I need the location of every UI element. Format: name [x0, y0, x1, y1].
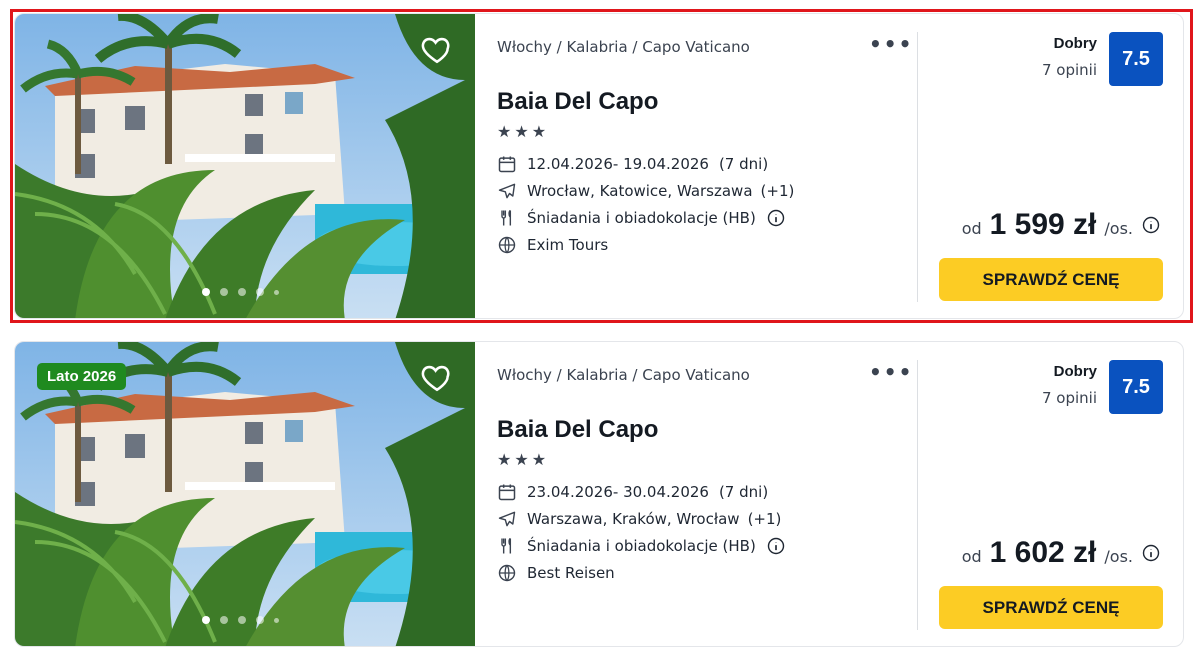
operator-row: Exim Tours	[497, 235, 608, 255]
board-row: Śniadania i obiadokolacje (HB)	[497, 536, 786, 556]
departure-airports: Warszawa, Kraków, Wrocław	[527, 510, 740, 528]
divider	[917, 32, 918, 302]
favorite-heart-icon[interactable]	[420, 360, 454, 394]
price-value: 1 602 zł	[989, 536, 1097, 569]
tour-operator: Exim Tours	[527, 236, 609, 254]
calendar-icon	[497, 482, 517, 502]
offer-details: Włochy / Kalabria / Capo Vaticano ••• Ba…	[497, 342, 917, 646]
more-options-icon[interactable]: •••	[869, 360, 913, 384]
dates-row: 23.04.2026- 30.04.2026 (7 dni)	[497, 482, 768, 502]
reviews-count[interactable]: 7 opinii	[1042, 61, 1097, 79]
info-icon[interactable]	[766, 208, 786, 228]
reviews-count[interactable]: 7 opinii	[1042, 389, 1097, 407]
hotel-photo[interactable]	[15, 14, 475, 318]
star-icon: ★	[497, 450, 512, 469]
star-icon: ★	[531, 450, 547, 469]
favorite-heart-icon[interactable]	[420, 32, 454, 66]
operator-row: Best Reisen	[497, 563, 615, 583]
departure-row: Wrocław, Katowice, Warszawa (+1)	[497, 181, 794, 201]
board-row: Śniadania i obiadokolacje (HB)	[497, 208, 786, 228]
departure-row: Warszawa, Kraków, Wrocław (+1)	[497, 509, 781, 529]
info-icon[interactable]	[766, 536, 786, 556]
gallery-dot[interactable]	[202, 616, 210, 624]
price-prefix: od	[961, 547, 982, 566]
globe-icon	[497, 235, 517, 255]
board-type: Śniadania i obiadokolacje (HB)	[527, 537, 756, 555]
star-icon: ★	[514, 450, 529, 469]
gallery-dot[interactable]	[256, 288, 264, 296]
travel-dates: 23.04.2026- 30.04.2026	[527, 483, 709, 501]
tour-operator: Best Reisen	[527, 564, 615, 582]
price: od 1 599 zł /os.	[962, 208, 1161, 242]
hotel-stars: ★ ★ ★	[497, 124, 546, 140]
gallery-dot[interactable]	[274, 617, 279, 623]
departure-airports: Wrocław, Katowice, Warszawa	[527, 182, 753, 200]
check-price-button[interactable]: SPRAWDŹ CENĘ	[939, 258, 1163, 301]
plane-icon	[497, 181, 517, 201]
dates-row: 12.04.2026- 19.04.2026 (7 dni)	[497, 154, 768, 174]
cutlery-icon	[497, 536, 517, 556]
rating-score-badge: 7.5	[1109, 360, 1163, 414]
hotel-photo[interactable]: Lato 2026	[15, 342, 475, 646]
gallery-pagination[interactable]	[202, 288, 279, 296]
globe-icon	[497, 563, 517, 583]
info-icon[interactable]	[1141, 215, 1161, 235]
price: od 1 602 zł /os.	[962, 536, 1161, 570]
check-price-button[interactable]: SPRAWDŹ CENĘ	[939, 586, 1163, 629]
price-unit: /os.	[1104, 547, 1133, 566]
trip-duration: (7 dni)	[718, 155, 769, 173]
plane-icon	[497, 509, 517, 529]
travel-dates: 12.04.2026- 19.04.2026	[527, 155, 709, 173]
gallery-dot[interactable]	[274, 289, 279, 295]
rating-score-badge: 7.5	[1109, 32, 1163, 86]
divider	[917, 360, 918, 630]
gallery-dot[interactable]	[238, 288, 246, 296]
price-prefix: od	[961, 219, 982, 238]
more-airports[interactable]: (+1)	[761, 182, 795, 200]
gallery-dot[interactable]	[220, 616, 228, 624]
gallery-dot[interactable]	[220, 288, 228, 296]
calendar-icon	[497, 154, 517, 174]
offer-card[interactable]: Włochy / Kalabria / Capo Vaticano ••• Ba…	[14, 13, 1184, 319]
info-icon[interactable]	[1141, 543, 1161, 563]
star-icon: ★	[497, 122, 512, 141]
gallery-dot[interactable]	[256, 616, 264, 624]
offer-details: Włochy / Kalabria / Capo Vaticano ••• Ba…	[497, 14, 917, 318]
star-icon: ★	[514, 122, 529, 141]
star-icon: ★	[531, 122, 547, 141]
season-badge: Lato 2026	[37, 363, 127, 390]
rating-label: Dobry	[1053, 35, 1097, 52]
more-options-icon[interactable]: •••	[869, 32, 913, 56]
hotel-name[interactable]: Baia Del Capo	[497, 88, 658, 116]
gallery-pagination[interactable]	[202, 616, 279, 624]
more-airports[interactable]: (+1)	[748, 510, 782, 528]
gallery-dot[interactable]	[202, 288, 210, 296]
rating-label: Dobry	[1053, 363, 1097, 380]
location-breadcrumb[interactable]: Włochy / Kalabria / Capo Vaticano	[497, 366, 750, 384]
cutlery-icon	[497, 208, 517, 228]
trip-duration: (7 dni)	[718, 483, 769, 501]
price-unit: /os.	[1104, 219, 1133, 238]
location-breadcrumb[interactable]: Włochy / Kalabria / Capo Vaticano	[497, 38, 750, 56]
gallery-dot[interactable]	[238, 616, 246, 624]
price-value: 1 599 zł	[989, 208, 1097, 241]
hotel-stars: ★ ★ ★	[497, 452, 546, 468]
offer-card[interactable]: Lato 2026 Włochy / Kalabria / Capo Vatic…	[14, 341, 1184, 647]
hotel-name[interactable]: Baia Del Capo	[497, 416, 658, 444]
board-type: Śniadania i obiadokolacje (HB)	[527, 209, 756, 227]
